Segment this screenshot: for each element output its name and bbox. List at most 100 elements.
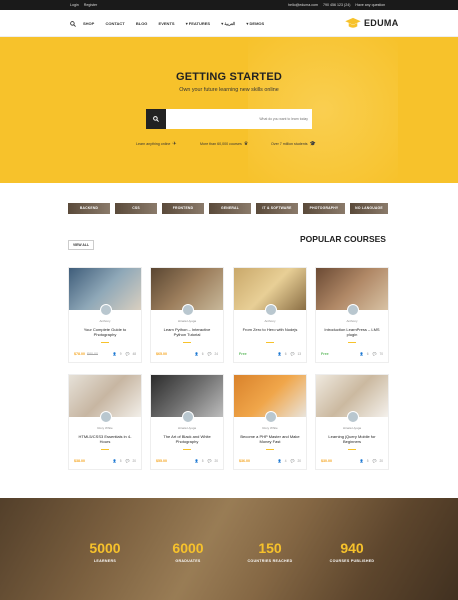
- divider: [183, 342, 191, 343]
- logo-text: EDUMA: [364, 18, 399, 28]
- current-price: $65.00: [156, 352, 167, 356]
- contact-info: hello@eduma.com 790 456 123 (24) Have an…: [288, 3, 389, 7]
- course-meta: 👤 6 💬 24: [192, 352, 218, 356]
- students-count: 6: [366, 352, 369, 356]
- avatar: [347, 304, 359, 316]
- comments-count: 20: [214, 459, 218, 463]
- course-author[interactable]: Roxy White: [69, 426, 141, 430]
- course-title[interactable]: Become a PHP Master and Make Money Fast: [240, 434, 300, 445]
- course-author[interactable]: Hinata Hyuga: [151, 426, 223, 430]
- course-search: [146, 109, 312, 129]
- nav-item-features[interactable]: ▾ FEATURES: [186, 21, 210, 26]
- category-backend[interactable]: BACKEND: [68, 203, 110, 214]
- comment-icon: 💬: [125, 459, 130, 463]
- current-price: $55.00: [156, 459, 167, 463]
- course-price: $78.00 $80.00: [74, 352, 98, 356]
- course-card[interactable]: Anthony Your Complete Guide to Photograp…: [68, 267, 142, 363]
- comment-icon: 💬: [290, 459, 295, 463]
- main-nav: SHOP CONTACT BLOG EVENTS ▾ FEATURES ▾ ال…: [0, 10, 458, 37]
- category-no-language[interactable]: NO LANGUAGE: [350, 203, 388, 214]
- search-icon[interactable]: [70, 21, 76, 27]
- user-icon: 👤: [359, 352, 364, 356]
- comment-icon: 💬: [372, 459, 377, 463]
- search-input[interactable]: [170, 109, 308, 129]
- comment-icon: 💬: [372, 352, 377, 356]
- course-card[interactable]: Roxy White Become a PHP Master and Make …: [233, 374, 307, 470]
- course-title[interactable]: Your Complete Guide to Photography: [75, 327, 135, 338]
- course-price: $55.00: [156, 459, 167, 463]
- course-title[interactable]: From Zero to Hero with Nodejs: [240, 327, 300, 332]
- feature-courses: More than 60,000 courses ♛: [200, 141, 248, 147]
- nav-item-contact[interactable]: CONTACT: [105, 21, 124, 26]
- comments-count: 20: [379, 459, 383, 463]
- category-css[interactable]: CSS: [115, 203, 157, 214]
- category-it-software[interactable]: IT & SOFTWARE: [256, 203, 298, 214]
- course-price: $36.00: [239, 459, 250, 463]
- view-all-button[interactable]: VIEW ALL: [68, 240, 94, 250]
- course-meta: 👤 5 💬 20: [357, 459, 383, 463]
- avatar: [347, 411, 359, 423]
- course-title[interactable]: The Art of Black and White Photography: [157, 434, 217, 445]
- category-frontend[interactable]: FRONTEND: [162, 203, 204, 214]
- feature-label: More than 60,000 courses: [200, 142, 242, 146]
- current-price: Free: [239, 352, 247, 356]
- divider: [266, 449, 274, 450]
- user-icon: 👤: [194, 459, 199, 463]
- course-price: $65.00: [156, 352, 167, 356]
- section-title: POPULAR COURSES: [300, 234, 386, 244]
- site-logo[interactable]: EDUMA: [344, 16, 399, 30]
- nav-menu: SHOP CONTACT BLOG EVENTS ▾ FEATURES ▾ ال…: [83, 21, 274, 26]
- course-meta: 👤 5 💬 20: [192, 459, 218, 463]
- nav-item-demos[interactable]: ▾ DEMOS: [246, 21, 264, 26]
- old-price: $80.00: [87, 352, 98, 356]
- nav-item-blog[interactable]: BLOG: [136, 21, 148, 26]
- students-count: 9: [119, 352, 122, 356]
- course-card[interactable]: Hinata Hyuga Learning jQuery Mobile for …: [315, 374, 389, 470]
- comments-count: 20: [297, 459, 301, 463]
- course-title[interactable]: Introduction LearnPress – LMS plugin: [322, 327, 382, 338]
- course-card[interactable]: Hinata Hyuga The Art of Black and White …: [150, 374, 224, 470]
- course-card[interactable]: Anthony From Zero to Hero with Nodejs Fr…: [233, 267, 307, 363]
- course-author[interactable]: Anthony: [234, 319, 306, 323]
- current-price: $38.00: [74, 459, 85, 463]
- avatar: [265, 411, 277, 423]
- comments-count: 20: [132, 459, 136, 463]
- category-photography[interactable]: PHOTOGRAPHY: [303, 203, 345, 214]
- user-icon: 👤: [112, 352, 117, 356]
- course-card[interactable]: Roxy White HTML5/CSS3 Essentials in 4-Ho…: [68, 374, 142, 470]
- course-card[interactable]: Hinata Hyuga Learn Python – Interactive …: [150, 267, 224, 363]
- phone-text: 790 456 123 (24): [323, 3, 351, 7]
- feature-learn-online: Learn anything online ✈: [136, 141, 177, 147]
- comment-icon: 💬: [207, 459, 212, 463]
- category-general[interactable]: GENERAL: [209, 203, 251, 214]
- course-author[interactable]: Anthony: [69, 319, 141, 323]
- nav-item-language[interactable]: ▾ العربية: [221, 21, 235, 26]
- nav-item-events[interactable]: EVENTS: [159, 21, 175, 26]
- nav-item-shop[interactable]: SHOP: [83, 21, 94, 26]
- comments-count: 24: [214, 352, 218, 356]
- course-card[interactable]: Anthony Introduction LearnPress – LMS pl…: [315, 267, 389, 363]
- divider: [183, 449, 191, 450]
- comment-icon: 💬: [125, 352, 130, 356]
- feature-label: Over 7 million students: [271, 142, 308, 146]
- auth-links: Login Register: [70, 3, 101, 7]
- graduation-cap-icon: [345, 17, 361, 28]
- course-author[interactable]: Roxy White: [234, 426, 306, 430]
- hero-subtitle: Own your future learning new skills onli…: [179, 87, 279, 93]
- course-author[interactable]: Hinata Hyuga: [316, 426, 388, 430]
- email-link[interactable]: hello@eduma.com: [288, 3, 318, 7]
- course-author[interactable]: Anthony: [316, 319, 388, 323]
- trophy-icon: ♛: [243, 141, 249, 147]
- course-author[interactable]: Hinata Hyuga: [151, 319, 223, 323]
- comments-count: 70: [379, 352, 383, 356]
- divider: [348, 449, 356, 450]
- course-title[interactable]: Learn Python – Interactive Python Tutori…: [157, 327, 217, 338]
- search-button[interactable]: [146, 109, 166, 129]
- user-icon: 👤: [277, 459, 282, 463]
- students-count: 6: [201, 352, 204, 356]
- course-price: Free: [321, 352, 329, 356]
- course-title[interactable]: HTML5/CSS3 Essentials in 4-Hours: [75, 434, 135, 445]
- register-link[interactable]: Register: [84, 3, 97, 7]
- login-link[interactable]: Login: [70, 3, 79, 7]
- course-title[interactable]: Learning jQuery Mobile for Beginners: [322, 434, 382, 445]
